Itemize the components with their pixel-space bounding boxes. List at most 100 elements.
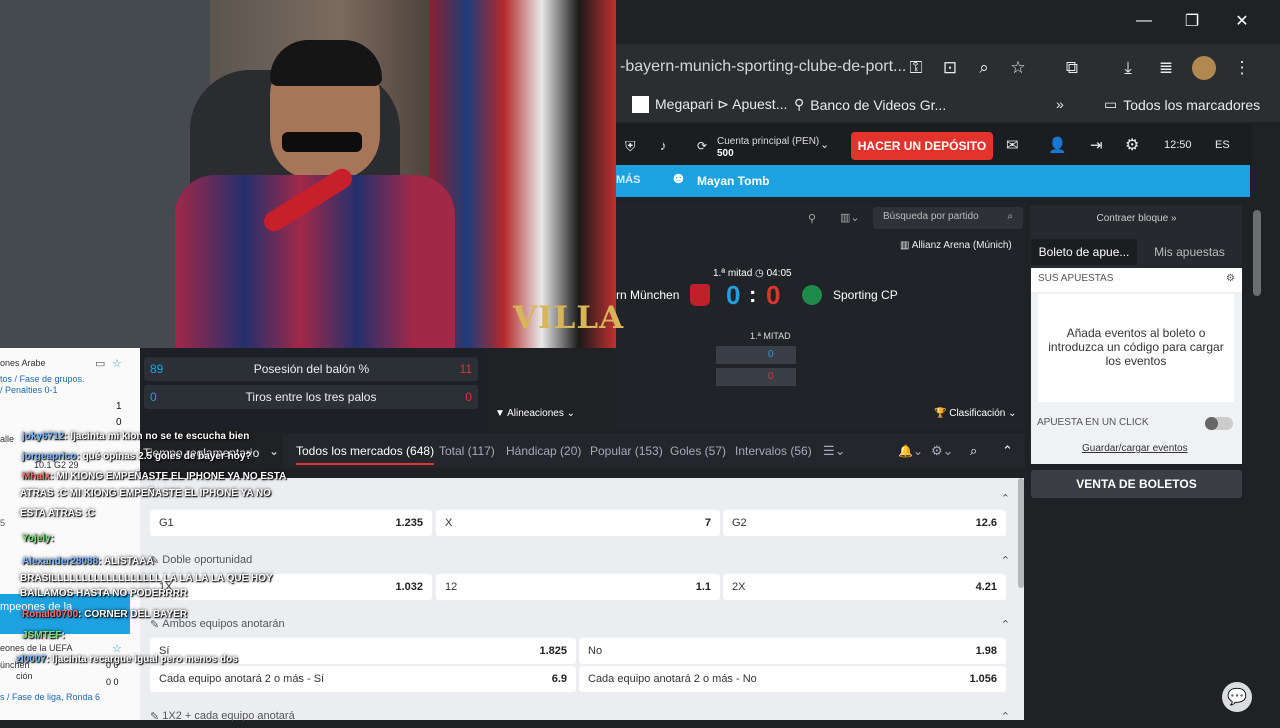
chat-message: ESTA ATRAS :C (20, 508, 95, 519)
market-both-score[interactable]: ✎ Ambos equipos anotarán ⌃ (150, 612, 1010, 636)
chevron-up-icon[interactable]: ⌃ (1001, 554, 1010, 567)
score-2: 0 (116, 417, 122, 428)
bell-icon[interactable]: ♪ (660, 138, 667, 153)
chat-support-icon[interactable]: 💬 (1222, 682, 1252, 712)
away-crest-icon (802, 285, 822, 305)
home-team[interactable]: rn München (616, 288, 679, 302)
away-team[interactable]: Sporting CP (833, 288, 898, 302)
lineups-button[interactable]: ▼ Alineaciones ⌄ (495, 408, 575, 419)
streamer-hair (270, 40, 382, 86)
group-stage-link[interactable]: tos / Fase de grupos. (0, 374, 85, 384)
odd-two-plus-yes[interactable]: Cada equipo anotará 2 o más - Sí 6.9 (150, 666, 576, 692)
gear-icon[interactable]: ⚙ (1125, 135, 1139, 155)
score-4: 0 0 (106, 677, 119, 687)
promo-label[interactable]: Mayan Tomb (697, 174, 769, 188)
league-round-link[interactable]: s / Fase de liga, Ronda 6 (0, 692, 100, 702)
odd-12[interactable]: 12 1.1 (436, 574, 720, 600)
tab-total[interactable]: Total (117) (439, 444, 495, 458)
search-icon[interactable]: ⌕ (970, 443, 977, 459)
extensions-icon[interactable]: ⧉ (1060, 56, 1084, 80)
chevron-up-icon[interactable]: ⌃ (1001, 710, 1010, 723)
sunglasses (282, 132, 362, 152)
chat-message: BRASILLLLLLLLLLLLLLLLLL LA LA LA LA QUE … (20, 573, 273, 584)
mail-icon[interactable]: ✉ (1006, 136, 1019, 154)
tab-popular[interactable]: Popular (153) (590, 444, 663, 458)
detail-text[interactable]: alle (0, 434, 14, 444)
bookmark-megapari[interactable]: Megapari ⊳ Apuest... (632, 96, 787, 113)
settings-icon[interactable]: ⚙⌄ (931, 443, 954, 459)
chevron-down-icon[interactable]: ⌄ (820, 138, 829, 151)
maximize-button[interactable]: ❐ (1168, 0, 1216, 42)
list-view-icon[interactable]: ☰⌄ (823, 443, 846, 459)
scrollbar[interactable] (1253, 210, 1261, 296)
account-balance: 500 (717, 148, 734, 159)
odd-x[interactable]: X7 (436, 510, 720, 536)
match-panel (616, 202, 1026, 430)
market-header[interactable]: ⌃ (150, 486, 1010, 510)
key-icon[interactable]: ⚿ (904, 56, 928, 80)
shield-icon[interactable]: ⛨ (625, 138, 636, 155)
odd-2x[interactable]: 2X 4.21 (723, 574, 1006, 600)
refresh-icon[interactable]: ⟳ (697, 139, 707, 153)
url-text[interactable]: -bayern-munich-sporting-clube-de-port... (620, 58, 906, 76)
market-1x2-both[interactable]: ✎ 1X2 + cada equipo anotará ⌃ (150, 704, 1010, 728)
bookmark-videos[interactable]: ⚲ Banco de Videos Gr... (794, 96, 946, 113)
avatar[interactable] (1192, 56, 1216, 80)
star-icon[interactable]: ☆ (1006, 56, 1030, 80)
tab-goals[interactable]: Goles (57) (670, 444, 726, 458)
empty-slip-message: Añada eventos al boleto o introduzca un … (1038, 294, 1234, 402)
tab-all-markets[interactable]: Todos los mercados (648) (296, 444, 435, 465)
tab-my-bets[interactable]: Mis apuestas (1137, 239, 1242, 265)
one-click-toggle[interactable] (1205, 417, 1233, 430)
zoom-icon[interactable]: ⌕ (972, 56, 996, 80)
location-icon[interactable]: ⚲ (808, 212, 816, 225)
notification-icon[interactable]: 🔔⌄ (898, 444, 923, 458)
deposit-button[interactable]: HACER UN DEPÓSITO (851, 132, 993, 160)
gear-icon[interactable]: ⚙ (1226, 273, 1235, 284)
brand-logo: VILLA (513, 300, 625, 336)
pin-icon: ✎ (150, 710, 160, 723)
tab-bet-slip[interactable]: Boleto de apue... (1031, 239, 1137, 265)
penalties-text: / Penalties 0-1 (0, 385, 58, 395)
chat-message: BAILAMOS HASTA NO PODERRRR (20, 588, 188, 599)
language-select[interactable]: ES (1215, 139, 1230, 151)
all-bookmarks[interactable]: ▭ Todos los marcadores (1104, 96, 1260, 113)
logout-icon[interactable]: ⇥ (1090, 136, 1103, 154)
collapse-icon[interactable]: ⌃ (1002, 443, 1013, 459)
download-icon[interactable]: ⤓ (1116, 56, 1140, 80)
monitor-icon[interactable]: ▭ (95, 357, 105, 370)
account-label[interactable]: Cuenta principal (PEN) (717, 136, 819, 147)
time-display[interactable]: 12:50 (1164, 139, 1192, 151)
markets-scrollbar[interactable] (1018, 478, 1024, 588)
odd-g1[interactable]: G1 1.235 (150, 510, 432, 536)
media-icon[interactable]: ≣ (1154, 56, 1178, 80)
install-icon[interactable]: ⊡ (938, 56, 962, 80)
collapse-button[interactable]: Contraer bloque » (1031, 205, 1242, 231)
save-load-link[interactable]: Guardar/cargar eventos (1082, 443, 1188, 454)
tab-handicap[interactable]: Hándicap (20) (506, 444, 581, 458)
match-search-input[interactable]: Búsqueda por partido ⌕ (873, 207, 1023, 229)
chevron-up-icon[interactable]: ⌃ (1001, 492, 1010, 505)
chevron-up-icon[interactable]: ⌃ (1001, 618, 1010, 631)
odd-no[interactable]: No 1.98 (579, 638, 1006, 664)
chart-icon[interactable]: ▥⌄ (840, 211, 860, 224)
star-icon[interactable]: ☆ (112, 357, 122, 370)
more-menu[interactable]: MÁS (616, 174, 640, 186)
user-icon[interactable]: 👤 (1048, 136, 1067, 154)
close-button[interactable]: ✕ (1218, 0, 1266, 42)
ticket-sale-button[interactable]: VENTA DE BOLETOS (1031, 470, 1242, 498)
minimize-button[interactable]: — (1120, 0, 1168, 42)
odd-two-plus-no[interactable]: Cada equipo anotará 2 o más - No 1.056 (579, 666, 1006, 692)
mini-period: 1.ª MITAD (750, 331, 791, 341)
standings-button[interactable]: 🏆 Clasificación ⌄ (934, 408, 1017, 419)
odd-g2[interactable]: G2 12.6 (723, 510, 1006, 536)
bookmarks-overflow[interactable]: » (1056, 96, 1064, 112)
folder-icon: ▭ (1104, 96, 1118, 112)
match-clock: 1.ª mitad ◷ 04:05 (713, 268, 792, 279)
menu-icon[interactable]: ⋮ (1230, 56, 1254, 80)
chat-message: Yojely: (22, 533, 55, 544)
chevron-down-icon[interactable]: ⌄ (269, 444, 279, 458)
market-double-chance[interactable]: ✎ Doble oportunidad ⌃ (150, 548, 1010, 572)
tab-intervals[interactable]: Intervalos (56) (735, 444, 812, 458)
home-jersey-icon (690, 284, 710, 306)
